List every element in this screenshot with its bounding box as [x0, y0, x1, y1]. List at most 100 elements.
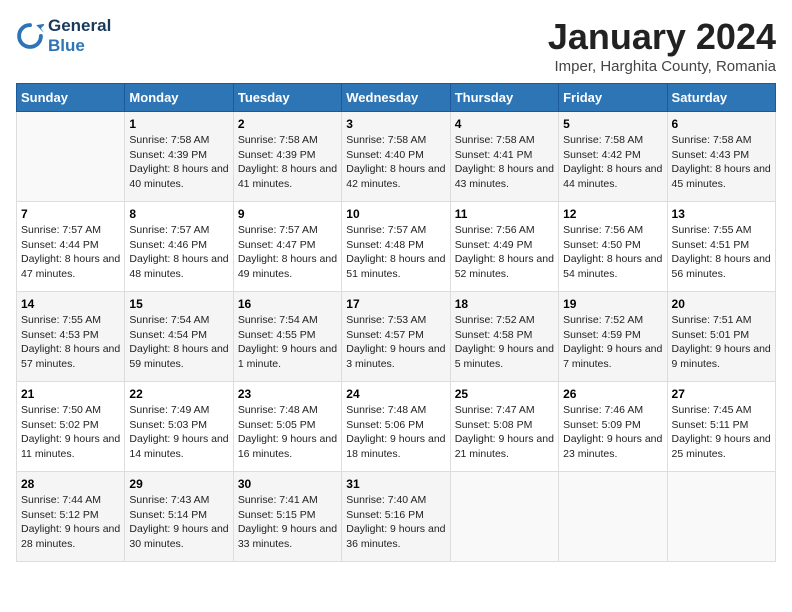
calendar-cell: 13 Sunrise: 7:55 AMSunset: 4:51 PMDayligh…: [667, 202, 775, 292]
calendar-cell: 9 Sunrise: 7:57 AMSunset: 4:47 PMDaylight…: [233, 202, 341, 292]
day-number: 26: [563, 387, 662, 401]
logo-icon: [16, 22, 44, 50]
day-number: 15: [129, 297, 228, 311]
day-number: 22: [129, 387, 228, 401]
day-number: 9: [238, 207, 337, 221]
calendar-cell: 5 Sunrise: 7:58 AMSunset: 4:42 PMDaylight…: [559, 112, 667, 202]
calendar-cell: 8Sunrise: 7:57 AMSunset: 4:46 PMDaylight…: [125, 202, 233, 292]
day-info: Sunrise: 7:40 AMSunset: 5:16 PMDaylight:…: [346, 493, 445, 552]
weekday-header: Tuesday: [233, 84, 341, 112]
calendar-cell: 10 Sunrise: 7:57 AMSunset: 4:48 PMDayligh…: [342, 202, 450, 292]
day-info: Sunrise: 7:57 AMSunset: 4:47 PMDaylight:…: [238, 223, 337, 282]
day-number: 12: [563, 207, 662, 221]
day-number: 21: [21, 387, 120, 401]
title-block: January 2024 Imper, Harghita County, Rom…: [548, 16, 776, 75]
day-info: Sunrise: 7:56 AMSunset: 4:49 PMDaylight:…: [455, 223, 554, 282]
day-info: Sunrise: 7:41 AMSunset: 5:15 PMDaylight:…: [238, 493, 337, 552]
day-info: Sunrise: 7:56 AMSunset: 4:50 PMDaylight:…: [563, 223, 662, 282]
calendar-cell: [17, 112, 125, 202]
day-info: Sunrise: 7:58 AMSunset: 4:39 PMDaylight:…: [238, 133, 337, 192]
day-number: 29: [129, 477, 228, 491]
day-number: 20: [672, 297, 771, 311]
calendar-cell: 11 Sunrise: 7:56 AMSunset: 4:49 PMDayligh…: [450, 202, 558, 292]
day-number: 17: [346, 297, 445, 311]
calendar-cell: 17 Sunrise: 7:53 AMSunset: 4:57 PMDayligh…: [342, 292, 450, 382]
calendar-cell: 21 Sunrise: 7:50 AMSunset: 5:02 PMDayligh…: [17, 382, 125, 472]
calendar-cell: 31 Sunrise: 7:40 AMSunset: 5:16 PMDayligh…: [342, 472, 450, 562]
calendar-cell: 23Sunrise: 7:48 AMSunset: 5:05 PMDayligh…: [233, 382, 341, 472]
day-number: 31: [346, 477, 445, 491]
day-info: Sunrise: 7:52 AMSunset: 4:59 PMDaylight:…: [563, 313, 662, 372]
weekday-header: Friday: [559, 84, 667, 112]
calendar-cell: 2Sunrise: 7:58 AMSunset: 4:39 PMDaylight…: [233, 112, 341, 202]
calendar-table: SundayMondayTuesdayWednesdayThursdayFrid…: [16, 83, 776, 562]
calendar-cell: 6 Sunrise: 7:58 AMSunset: 4:43 PMDaylight…: [667, 112, 775, 202]
day-number: 14: [21, 297, 120, 311]
weekday-header: Thursday: [450, 84, 558, 112]
page-header: General Blue January 2024 Imper, Harghit…: [16, 16, 776, 75]
day-info: Sunrise: 7:47 AMSunset: 5:08 PMDaylight:…: [455, 403, 554, 462]
calendar-cell: 28 Sunrise: 7:44 AMSunset: 5:12 PMDayligh…: [17, 472, 125, 562]
calendar-cell: 26 Sunrise: 7:46 AMSunset: 5:09 PMDayligh…: [559, 382, 667, 472]
calendar-week-row: 28 Sunrise: 7:44 AMSunset: 5:12 PMDayligh…: [17, 472, 776, 562]
calendar-cell: 22Sunrise: 7:49 AMSunset: 5:03 PMDayligh…: [125, 382, 233, 472]
day-number: 4: [455, 117, 554, 131]
day-number: 25: [455, 387, 554, 401]
calendar-cell: 14 Sunrise: 7:55 AMSunset: 4:53 PMDayligh…: [17, 292, 125, 382]
calendar-title: January 2024: [548, 16, 776, 58]
calendar-cell: 12 Sunrise: 7:56 AMSunset: 4:50 PMDayligh…: [559, 202, 667, 292]
calendar-cell: 1 Sunrise: 7:58 AMSunset: 4:39 PMDaylight…: [125, 112, 233, 202]
calendar-cell: [450, 472, 558, 562]
logo-text: General Blue: [48, 16, 111, 56]
calendar-cell: 25 Sunrise: 7:47 AMSunset: 5:08 PMDayligh…: [450, 382, 558, 472]
calendar-cell: 20 Sunrise: 7:51 AMSunset: 5:01 PMDayligh…: [667, 292, 775, 382]
calendar-subtitle: Imper, Harghita County, Romania: [548, 58, 776, 75]
calendar-cell: 4Sunrise: 7:58 AMSunset: 4:41 PMDaylight…: [450, 112, 558, 202]
calendar-cell: 18Sunrise: 7:52 AMSunset: 4:58 PMDayligh…: [450, 292, 558, 382]
calendar-week-row: 7Sunrise: 7:57 AMSunset: 4:44 PMDaylight…: [17, 202, 776, 292]
day-info: Sunrise: 7:46 AMSunset: 5:09 PMDaylight:…: [563, 403, 662, 462]
day-info: Sunrise: 7:54 AMSunset: 4:55 PMDaylight:…: [238, 313, 337, 372]
day-number: 13: [672, 207, 771, 221]
day-info: Sunrise: 7:58 AMSunset: 4:43 PMDaylight:…: [672, 133, 771, 192]
weekday-header: Wednesday: [342, 84, 450, 112]
calendar-cell: 3Sunrise: 7:58 AMSunset: 4:40 PMDaylight…: [342, 112, 450, 202]
day-info: Sunrise: 7:54 AMSunset: 4:54 PMDaylight:…: [129, 313, 228, 372]
day-number: 24: [346, 387, 445, 401]
day-info: Sunrise: 7:57 AMSunset: 4:48 PMDaylight:…: [346, 223, 445, 282]
day-number: 10: [346, 207, 445, 221]
calendar-cell: 7Sunrise: 7:57 AMSunset: 4:44 PMDaylight…: [17, 202, 125, 292]
calendar-header-row: SundayMondayTuesdayWednesdayThursdayFrid…: [17, 84, 776, 112]
day-number: 23: [238, 387, 337, 401]
day-number: 19: [563, 297, 662, 311]
calendar-cell: 16 Sunrise: 7:54 AMSunset: 4:55 PMDayligh…: [233, 292, 341, 382]
day-number: 28: [21, 477, 120, 491]
day-number: 5: [563, 117, 662, 131]
day-info: Sunrise: 7:57 AMSunset: 4:44 PMDaylight:…: [21, 223, 120, 282]
day-info: Sunrise: 7:51 AMSunset: 5:01 PMDaylight:…: [672, 313, 771, 372]
day-number: 11: [455, 207, 554, 221]
day-info: Sunrise: 7:44 AMSunset: 5:12 PMDaylight:…: [21, 493, 120, 552]
weekday-header: Monday: [125, 84, 233, 112]
day-info: Sunrise: 7:48 AMSunset: 5:06 PMDaylight:…: [346, 403, 445, 462]
day-info: Sunrise: 7:53 AMSunset: 4:57 PMDaylight:…: [346, 313, 445, 372]
day-info: Sunrise: 7:55 AMSunset: 4:53 PMDaylight:…: [21, 313, 120, 372]
day-number: 27: [672, 387, 771, 401]
day-info: Sunrise: 7:58 AMSunset: 4:42 PMDaylight:…: [563, 133, 662, 192]
calendar-week-row: 21 Sunrise: 7:50 AMSunset: 5:02 PMDayligh…: [17, 382, 776, 472]
calendar-cell: 19 Sunrise: 7:52 AMSunset: 4:59 PMDayligh…: [559, 292, 667, 382]
day-number: 6: [672, 117, 771, 131]
day-number: 1: [129, 117, 228, 131]
logo: General Blue: [16, 16, 111, 56]
day-info: Sunrise: 7:50 AMSunset: 5:02 PMDaylight:…: [21, 403, 120, 462]
day-info: Sunrise: 7:55 AMSunset: 4:51 PMDaylight:…: [672, 223, 771, 282]
calendar-cell: 27Sunrise: 7:45 AMSunset: 5:11 PMDayligh…: [667, 382, 775, 472]
calendar-cell: 29 Sunrise: 7:43 AMSunset: 5:14 PMDayligh…: [125, 472, 233, 562]
calendar-cell: 30Sunrise: 7:41 AMSunset: 5:15 PMDayligh…: [233, 472, 341, 562]
weekday-header: Sunday: [17, 84, 125, 112]
calendar-cell: [559, 472, 667, 562]
day-info: Sunrise: 7:43 AMSunset: 5:14 PMDaylight:…: [129, 493, 228, 552]
calendar-cell: 15 Sunrise: 7:54 AMSunset: 4:54 PMDayligh…: [125, 292, 233, 382]
day-info: Sunrise: 7:58 AMSunset: 4:39 PMDaylight:…: [129, 133, 228, 192]
day-number: 16: [238, 297, 337, 311]
